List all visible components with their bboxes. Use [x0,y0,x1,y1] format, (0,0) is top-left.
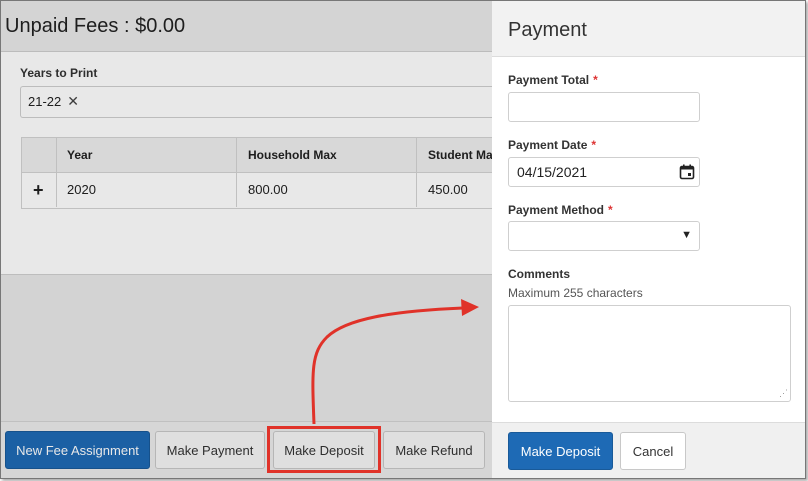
payment-total-label: Payment Total * [508,73,598,87]
fees-page: Unpaid Fees : $0.00 Years to Print 21-22… [1,1,499,478]
submit-deposit-button[interactable]: Make Deposit [508,432,613,470]
cancel-button[interactable]: Cancel [620,432,686,470]
payment-date-label: Payment Date * [508,138,596,152]
payment-panel: Payment Payment Total * Payment Date * 04/… [492,1,805,478]
payment-total-input[interactable] [508,92,700,122]
payment-date-label-text: Payment Date [508,138,588,152]
payment-method-label-text: Payment Method [508,203,605,217]
required-marker: * [591,138,597,152]
payment-method-select[interactable]: ▼ [508,221,700,251]
modal-overlay [1,1,492,478]
comments-label: Comments [508,267,571,281]
payment-date-value: 04/15/2021 [517,164,588,180]
make-deposit-highlight [267,426,381,473]
panel-title: Payment [508,19,587,41]
payment-method-label: Payment Method * [508,203,613,217]
required-marker: * [608,203,613,217]
panel-footer: Make Deposit Cancel [492,422,805,478]
required-marker: * [593,73,598,87]
comments-textarea[interactable]: ⋰ [508,305,791,402]
comments-hint: Maximum 255 characters [508,286,643,300]
panel-header: Payment [492,1,805,57]
payment-date-input[interactable]: 04/15/2021 [508,157,700,187]
caret-down-icon: ▼ [681,229,692,241]
screenshot-frame: Unpaid Fees : $0.00 Years to Print 21-22… [0,0,806,479]
payment-total-label-text: Payment Total [508,73,590,87]
calendar-icon[interactable] [679,164,695,183]
resize-handle-icon[interactable]: ⋰ [779,388,788,399]
